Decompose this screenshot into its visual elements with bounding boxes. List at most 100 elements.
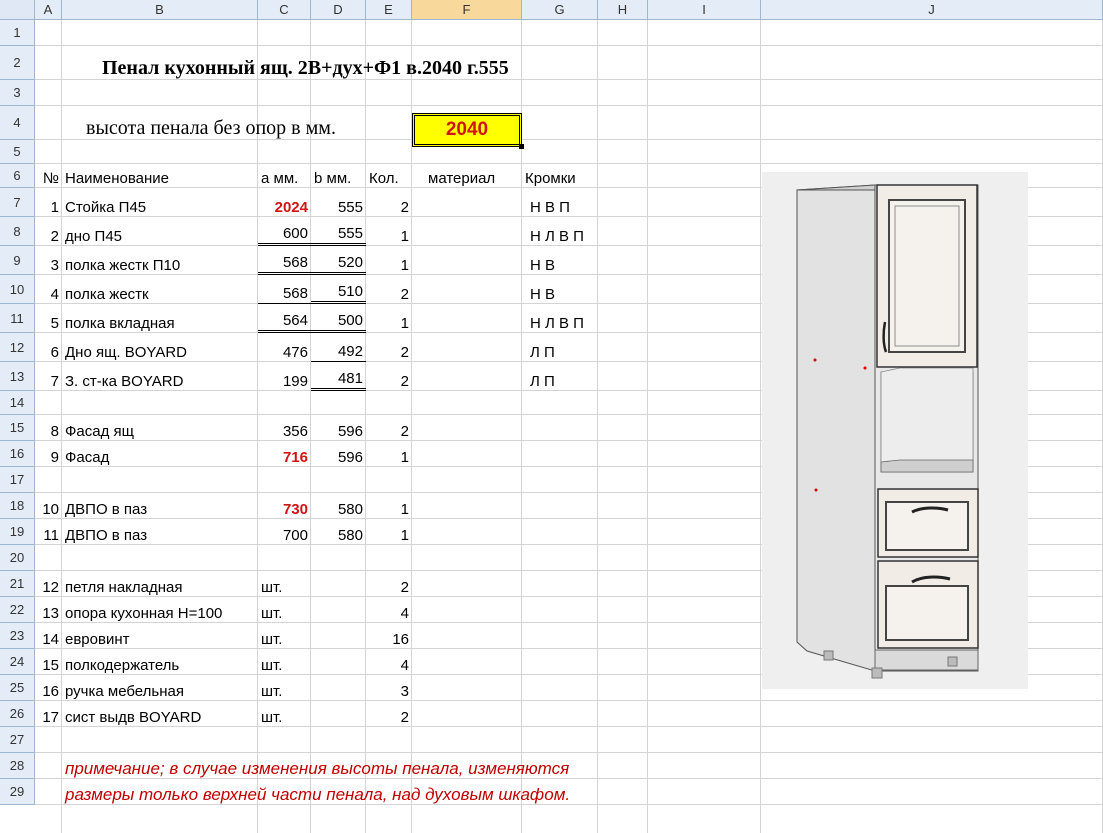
facade-b[interactable]: 596: [311, 415, 366, 441]
hardware-unit[interactable]: шт.: [258, 701, 311, 727]
part-qty[interactable]: 1: [366, 217, 412, 246]
part-b[interactable]: 500: [311, 304, 366, 333]
part-name[interactable]: Дно ящ. BOYARD: [62, 333, 258, 362]
part-b[interactable]: 481: [311, 362, 366, 391]
header-name[interactable]: Наименование: [62, 164, 258, 188]
row-header-1[interactable]: 1: [0, 20, 35, 46]
hardware-name[interactable]: ручка мебельная: [62, 675, 258, 701]
part-b[interactable]: 510: [311, 275, 366, 304]
facade-no[interactable]: 8: [35, 415, 62, 441]
hardware-qty[interactable]: 4: [366, 597, 412, 623]
part-qty[interactable]: 1: [366, 246, 412, 275]
height-label[interactable]: высота пенала без опор в мм.: [62, 106, 412, 140]
row-header-4[interactable]: 4: [0, 106, 35, 140]
row-header-23[interactable]: 23: [0, 623, 35, 649]
row-header-15[interactable]: 15: [0, 415, 35, 441]
panel-qty[interactable]: 1: [366, 519, 412, 545]
part-edges[interactable]: Н Л В П: [522, 304, 598, 333]
hardware-no[interactable]: 14: [35, 623, 62, 649]
facade-a[interactable]: 716: [258, 441, 311, 467]
panel-name[interactable]: ДВПО в паз: [62, 519, 258, 545]
row-header-18[interactable]: 18: [0, 493, 35, 519]
hardware-name[interactable]: полкодержатель: [62, 649, 258, 675]
part-no[interactable]: 4: [35, 275, 62, 304]
part-b[interactable]: 492: [311, 333, 366, 362]
facade-qty[interactable]: 1: [366, 441, 412, 467]
column-header-J[interactable]: J: [761, 0, 1103, 20]
column-header-D[interactable]: D: [311, 0, 366, 20]
row-header-9[interactable]: 9: [0, 246, 35, 275]
height-value-cell[interactable]: 2040: [412, 113, 522, 147]
column-header-H[interactable]: H: [598, 0, 648, 20]
hardware-qty[interactable]: 2: [366, 571, 412, 597]
column-header-C[interactable]: C: [258, 0, 311, 20]
sheet-title[interactable]: Пенал кухонный ящ. 2В+дух+Ф1 в.2040 г.55…: [62, 46, 648, 80]
note-line-1[interactable]: примечание; в случае изменения высоты пе…: [62, 753, 761, 779]
part-qty[interactable]: 1: [366, 304, 412, 333]
part-qty[interactable]: 2: [366, 188, 412, 217]
row-header-13[interactable]: 13: [0, 362, 35, 391]
part-edges[interactable]: Л П: [522, 362, 598, 391]
panel-name[interactable]: ДВПО в паз: [62, 493, 258, 519]
row-header-17[interactable]: 17: [0, 467, 35, 493]
hardware-no[interactable]: 17: [35, 701, 62, 727]
facade-qty[interactable]: 2: [366, 415, 412, 441]
row-header-26[interactable]: 26: [0, 701, 35, 727]
row-header-14[interactable]: 14: [0, 391, 35, 415]
part-qty[interactable]: 2: [366, 333, 412, 362]
header-qty[interactable]: Кол.: [366, 164, 412, 188]
row-header-29[interactable]: 29: [0, 779, 35, 805]
facade-a[interactable]: 356: [258, 415, 311, 441]
hardware-unit[interactable]: шт.: [258, 571, 311, 597]
part-qty[interactable]: 2: [366, 275, 412, 304]
row-header-11[interactable]: 11: [0, 304, 35, 333]
hardware-unit[interactable]: шт.: [258, 649, 311, 675]
row-header-3[interactable]: 3: [0, 80, 35, 106]
hardware-unit[interactable]: шт.: [258, 597, 311, 623]
hardware-unit[interactable]: шт.: [258, 675, 311, 701]
hardware-qty[interactable]: 2: [366, 701, 412, 727]
row-header-27[interactable]: 27: [0, 727, 35, 753]
part-edges[interactable]: Н В: [522, 246, 598, 275]
row-header-22[interactable]: 22: [0, 597, 35, 623]
fill-handle[interactable]: [519, 144, 524, 149]
panel-b[interactable]: 580: [311, 493, 366, 519]
panel-no[interactable]: 11: [35, 519, 62, 545]
column-header-I[interactable]: I: [648, 0, 761, 20]
part-b[interactable]: 555: [311, 217, 366, 246]
part-edges[interactable]: Л П: [522, 333, 598, 362]
part-name[interactable]: полка жестк: [62, 275, 258, 304]
part-name[interactable]: полка вкладная: [62, 304, 258, 333]
row-header-21[interactable]: 21: [0, 571, 35, 597]
part-b[interactable]: 520: [311, 246, 366, 275]
panel-qty[interactable]: 1: [366, 493, 412, 519]
row-header-25[interactable]: 25: [0, 675, 35, 701]
part-a[interactable]: 568: [258, 246, 311, 275]
facade-b[interactable]: 596: [311, 441, 366, 467]
part-a[interactable]: 600: [258, 217, 311, 246]
note-line-2[interactable]: размеры только верхней части пенала, над…: [62, 779, 761, 805]
row-header-2[interactable]: 2: [0, 46, 35, 80]
part-a[interactable]: 564: [258, 304, 311, 333]
panel-a[interactable]: 730: [258, 493, 311, 519]
part-edges[interactable]: Н В: [522, 275, 598, 304]
row-header-19[interactable]: 19: [0, 519, 35, 545]
column-header-F[interactable]: F: [412, 0, 522, 20]
column-header-E[interactable]: E: [366, 0, 412, 20]
row-header-5[interactable]: 5: [0, 140, 35, 164]
hardware-qty[interactable]: 4: [366, 649, 412, 675]
hardware-name[interactable]: петля накладная: [62, 571, 258, 597]
column-header-A[interactable]: A: [35, 0, 62, 20]
column-header-B[interactable]: B: [62, 0, 258, 20]
part-no[interactable]: 5: [35, 304, 62, 333]
part-name[interactable]: полка жестк П10: [62, 246, 258, 275]
header-a[interactable]: a мм.: [258, 164, 311, 188]
row-header-28[interactable]: 28: [0, 753, 35, 779]
part-b[interactable]: 555: [311, 188, 366, 217]
hardware-name[interactable]: евровинт: [62, 623, 258, 649]
part-no[interactable]: 6: [35, 333, 62, 362]
panel-no[interactable]: 10: [35, 493, 62, 519]
hardware-unit[interactable]: шт.: [258, 623, 311, 649]
hardware-no[interactable]: 16: [35, 675, 62, 701]
row-header-10[interactable]: 10: [0, 275, 35, 304]
